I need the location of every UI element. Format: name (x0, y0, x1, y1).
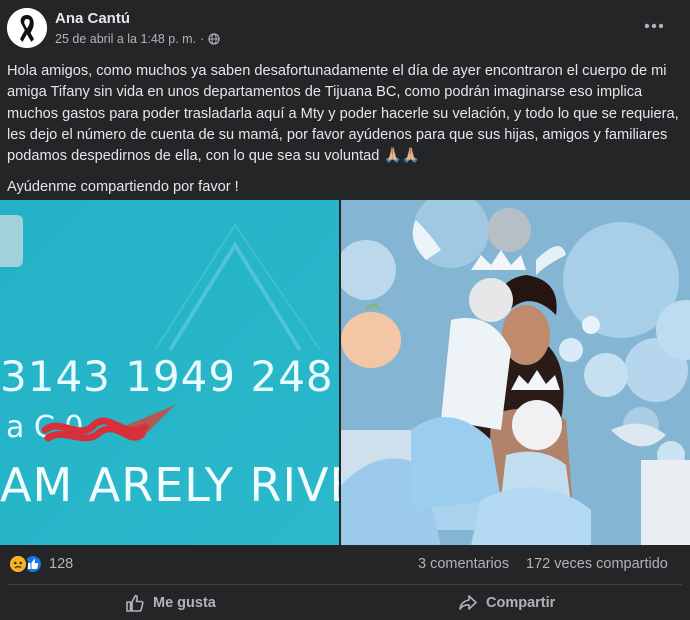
post-timestamp[interactable]: 25 de abril a la 1:48 p. m. (55, 32, 196, 46)
like-button[interactable]: Me gusta (125, 590, 216, 616)
divider (8, 584, 682, 585)
party-scene (341, 200, 690, 545)
share-label: Compartir (486, 595, 556, 611)
meta-separator: · (200, 32, 205, 46)
post-stats: 128 3 comentarios 172 veces compartido (0, 548, 690, 580)
post-paragraph: Ayúdenme compartiendo por favor ! (7, 179, 239, 196)
party-photo[interactable] (341, 200, 690, 545)
author-name[interactable]: Ana Cantú (55, 10, 130, 27)
more-dots-icon (644, 23, 664, 29)
card-holder-name: AM ARELY RIVE (0, 458, 339, 512)
black-ribbon-icon (7, 8, 47, 48)
author-avatar[interactable] (7, 8, 47, 48)
share-button[interactable]: Compartir (458, 590, 555, 616)
shares-count-link[interactable]: 172 veces compartido (526, 556, 668, 572)
post-meta: 25 de abril a la 1:48 p. m. · (55, 32, 220, 46)
post-text: Hola amigos, como muchos ya saben desafo… (7, 61, 682, 209)
redaction-scribble (41, 417, 149, 442)
globe-icon[interactable] (208, 33, 220, 45)
share-arrow-icon (459, 595, 477, 610)
sad-reaction-icon (8, 554, 28, 574)
facebook-post: Ana Cantú 25 de abril a la 1:48 p. m. · … (0, 0, 690, 620)
thumbs-up-icon (126, 594, 144, 612)
like-label: Me gusta (153, 595, 216, 611)
card-number: 3143 1949 248 (0, 352, 334, 401)
post-paragraph: Hola amigos, como muchos ya saben desafo… (7, 63, 679, 165)
comments-count-link[interactable]: 3 comentarios (418, 556, 509, 572)
reaction-count: 128 (49, 556, 74, 572)
bank-card-photo[interactable]: 3143 1949 248 a C 0 AM ARELY RIVE (0, 200, 339, 545)
post-header: Ana Cantú 25 de abril a la 1:48 p. m. · (0, 0, 690, 58)
post-actions: Me gusta Compartir (0, 586, 690, 620)
reactions-summary[interactable]: 128 (8, 554, 73, 574)
more-options-button[interactable] (640, 12, 668, 40)
